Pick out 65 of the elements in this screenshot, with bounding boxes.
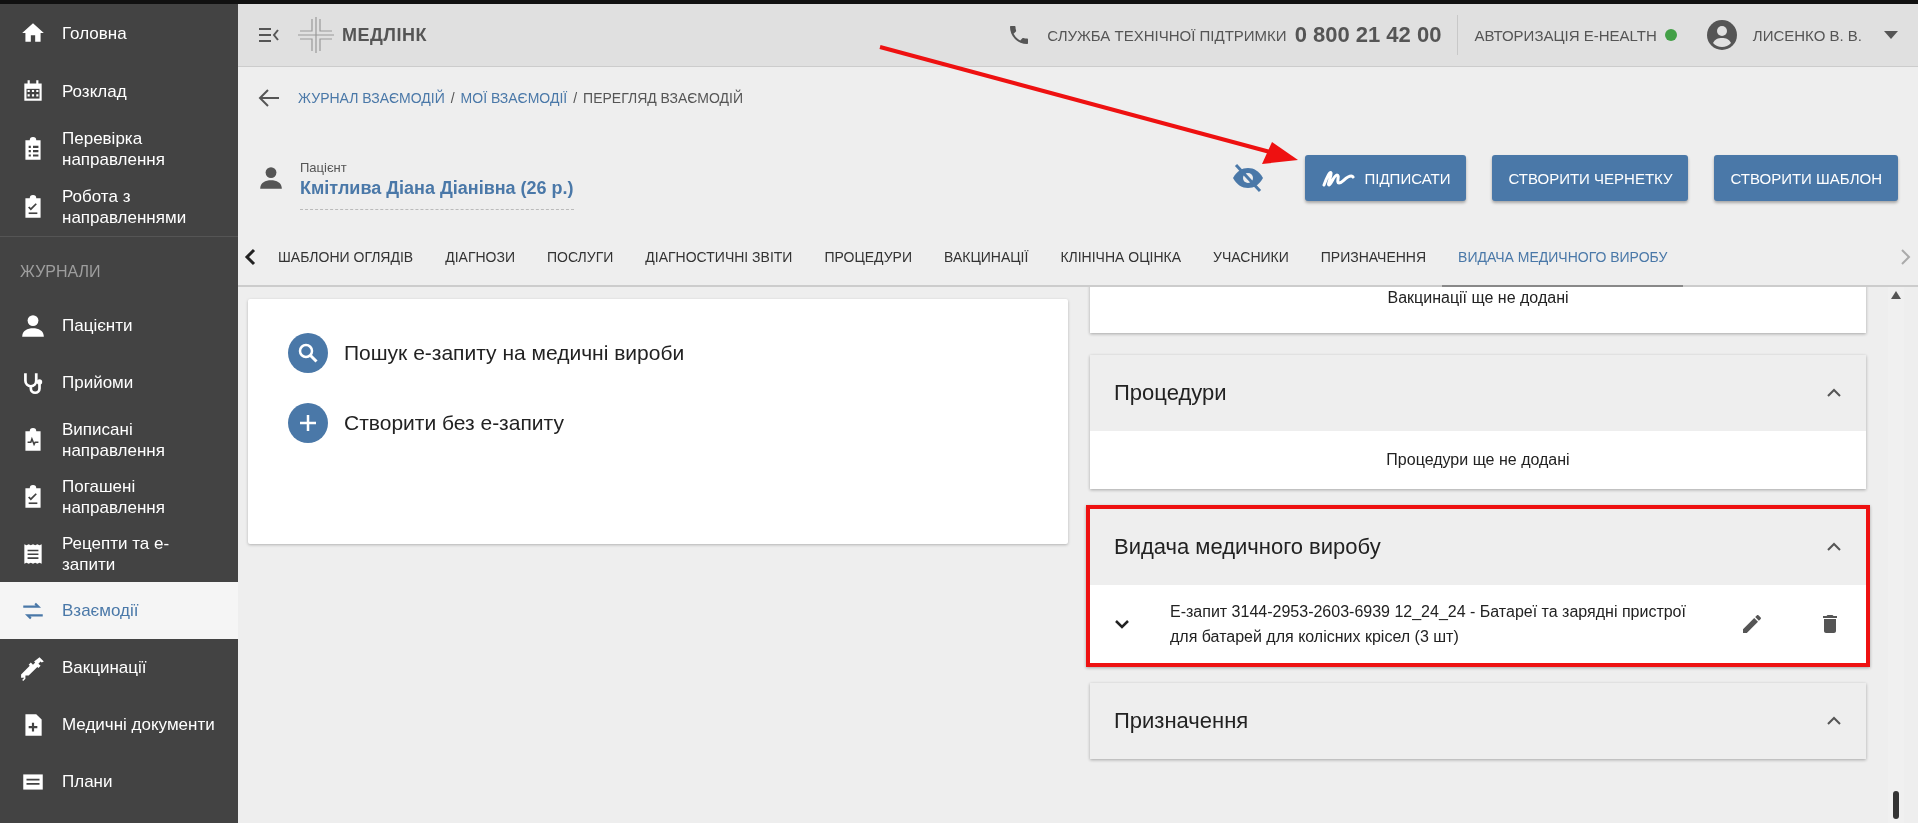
- action-button[interactable]: СТВОРИТИ ЧЕРНЕТКУ: [1492, 155, 1689, 201]
- sidebar-item[interactable]: Плани: [0, 753, 238, 810]
- logo-text: МЕДЛІНК: [342, 24, 427, 46]
- sidebar-item[interactable]: Головна: [0, 4, 238, 62]
- patient-label: Пацієнт: [300, 160, 348, 175]
- sidebar-item[interactable]: Рецепти та е-запити: [0, 525, 238, 582]
- breadcrumb: ПЕРЕГЛЯД ВЗАЄМОДІЙ: [583, 90, 744, 106]
- tab[interactable]: ПРИЗНАЧЕННЯ: [1304, 229, 1443, 287]
- support-label: СЛУЖБА ТЕХНІЧНОЇ ПІДТРИМКИ: [1047, 26, 1287, 44]
- patient-name[interactable]: Кмітлива Діана Діанівна (26 р.): [300, 178, 574, 199]
- person-icon: [258, 165, 284, 191]
- plus-icon: [288, 403, 328, 443]
- sidebar-item[interactable]: Робота з направленнями: [0, 178, 238, 236]
- tab[interactable]: УЧАСНИКИ: [1197, 229, 1305, 287]
- tab[interactable]: ВАКЦИНАЦІЇ: [928, 229, 1045, 287]
- tab[interactable]: ДІАГНОСТИЧНІ ЗВІТИ: [629, 229, 809, 287]
- chevron-up-icon[interactable]: [1826, 388, 1842, 398]
- sidebar-item[interactable]: Пацієнти: [0, 297, 238, 354]
- scroll-up-icon[interactable]: [1891, 291, 1901, 299]
- eye-slash-icon[interactable]: [1230, 163, 1265, 193]
- sidebar-item[interactable]: Перевірка направлення: [0, 120, 238, 178]
- scroll-thumb[interactable]: [1893, 791, 1899, 819]
- breadcrumb-separator: /: [573, 90, 578, 106]
- sidebar-item[interactable]: Прийоми: [0, 354, 238, 411]
- auth-status-label: АВТОРИЗАЦІЯ E-HEALTH: [1474, 26, 1657, 44]
- option-link[interactable]: Створити без е-запиту: [288, 403, 1028, 443]
- tab[interactable]: КЛІНІЧНА ОЦІНКА: [1044, 229, 1198, 287]
- tab[interactable]: ПРОЦЕДУРИ: [808, 229, 928, 287]
- chevron-up-icon[interactable]: [1826, 716, 1842, 726]
- option-link[interactable]: Пошук е-запиту на медичні вироби: [288, 333, 1028, 373]
- tab[interactable]: ПОСЛУГИ: [531, 229, 630, 287]
- cross-logo-icon: [296, 15, 336, 55]
- sidebar-item[interactable]: Виписані направлення: [0, 411, 238, 468]
- sidebar-item[interactable]: Розклад: [0, 62, 238, 120]
- user-name[interactable]: ЛИСЕНКО В. В.: [1752, 26, 1862, 44]
- section-title: Процедури: [1114, 380, 1227, 406]
- empty-message: Процедури ще не додані: [1385, 450, 1571, 470]
- search-icon: [288, 333, 328, 373]
- caret-icon[interactable]: [1884, 31, 1898, 39]
- status-dot: [1664, 29, 1677, 41]
- support-phone: 0 800 21 42 00: [1294, 22, 1442, 48]
- empty-message: Вакцинації ще не додані: [1386, 288, 1570, 308]
- back-arrow-icon[interactable]: [258, 87, 280, 109]
- sidebar-item[interactable]: Взаємодії: [0, 582, 238, 639]
- breadcrumb[interactable]: МОЇ ВЗАЄМОДІЇ: [460, 90, 568, 106]
- sidebar-item[interactable]: Погашені направлення: [0, 468, 238, 525]
- tab[interactable]: ДІАГНОЗИ: [429, 229, 531, 287]
- avatar-icon: [1706, 20, 1737, 50]
- chevron-down-icon[interactable]: [1114, 619, 1130, 629]
- chevron-left-icon[interactable]: [243, 248, 257, 266]
- action-button[interactable]: СТВОРИТИ ШАБЛОН: [1714, 155, 1898, 201]
- sidebar-item[interactable]: Медичні документи: [0, 696, 238, 753]
- request-item-text: Е-запит 3144-2953-2603-6939 12_24_24 - Батареї та зарядні пристрої для батарей для колісних крісел (3 шт): [1170, 602, 1686, 647]
- person-icon: [20, 312, 46, 339]
- sign-button[interactable]: ПІДПИСАТИ: [1304, 155, 1467, 201]
- menu-collapse-icon[interactable]: [258, 25, 280, 45]
- breadcrumb[interactable]: ЖУРНАЛ ВЗАЄМОДІЙ: [298, 90, 445, 106]
- syringe-icon: [20, 654, 46, 681]
- tab[interactable]: ШАБЛОНИ ОГЛЯДІВ: [262, 229, 430, 287]
- sidebar-item[interactable]: Вакцинації: [0, 639, 238, 696]
- chevron-up-icon[interactable]: [1826, 542, 1842, 552]
- section-title: Призначення: [1114, 708, 1249, 734]
- section-title: Видача медичного виробу: [1114, 534, 1381, 560]
- breadcrumb-separator: /: [450, 90, 455, 106]
- edit-icon[interactable]: [1740, 612, 1764, 636]
